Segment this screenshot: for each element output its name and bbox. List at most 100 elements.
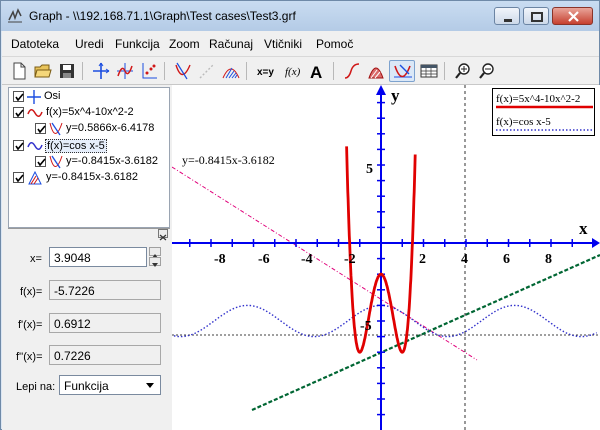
insert-label-button[interactable]: A <box>307 60 329 82</box>
point-series-button[interactable] <box>341 60 363 82</box>
toolbar: x=y f(x) A <box>2 57 599 85</box>
shade-area-icon <box>368 67 384 79</box>
tree-item-tangent-2[interactable]: y=-0.8415x-3.6182 <box>35 154 169 169</box>
toolbar-separator <box>82 62 83 80</box>
tree-item-label: Osi <box>44 90 61 102</box>
axes-cross-icon <box>93 62 110 79</box>
save-button[interactable] <box>56 60 78 82</box>
x-spin-down[interactable] <box>149 257 161 267</box>
insert-points-button[interactable] <box>138 60 160 82</box>
x-tick-label: -2 <box>344 252 356 267</box>
evaluate-xy-button[interactable]: x=y <box>254 60 280 82</box>
zoom-in-button[interactable] <box>452 60 474 82</box>
xy-icon: x=y <box>257 67 274 78</box>
element-tree[interactable]: Osi f(x)=5x^4-10x^2-2 y=0.5866x-6.4178 f… <box>8 87 170 228</box>
insert-points-icon <box>142 63 157 79</box>
tree-item-function-quartic[interactable]: f(x)=5x^4-10x^2-2 <box>13 105 163 120</box>
open-folder-icon <box>34 64 52 78</box>
graph-canvas[interactable]: -8 -6 -4 -2 2 4 6 8 5 -5 x y y=-0.8415x-… <box>172 85 600 430</box>
relation-icon <box>27 170 43 188</box>
chevron-down-icon <box>146 383 154 388</box>
chevron-down-icon <box>152 263 158 267</box>
y-axis-label: y <box>391 86 400 105</box>
save-disk-icon <box>60 64 74 78</box>
toolbar-separator <box>333 62 334 80</box>
checkmark-icon <box>37 125 46 134</box>
insert-tangent-button[interactable] <box>172 60 194 82</box>
first-derivative-label: f'(x)= <box>18 319 43 331</box>
shade-area-button[interactable] <box>365 60 387 82</box>
series-curve-icon <box>344 63 360 79</box>
maximize-icon <box>531 12 543 22</box>
maximize-button[interactable] <box>523 7 549 25</box>
first-derivative-value: 0.6912 <box>49 313 161 333</box>
minimize-button[interactable] <box>494 7 520 25</box>
x-input[interactable]: 3.9048 <box>49 247 147 267</box>
menu-zoom[interactable]: Zoom <box>169 37 200 51</box>
trace-icon <box>394 64 412 78</box>
insert-line-button[interactable] <box>196 60 218 82</box>
tree-item-label: y=-0.8415x-3.6182 <box>66 155 159 167</box>
legend: f(x)=5x^4-10x^2-2 f(x)=cos x-5 <box>492 88 595 136</box>
text-label-icon: A <box>310 63 322 80</box>
x-spin-up[interactable] <box>149 247 161 258</box>
menu-pomoc[interactable]: Pomoč <box>316 37 353 51</box>
x-label: x= <box>30 253 42 265</box>
evaluate-close-button[interactable] <box>158 229 168 241</box>
toolbar-separator <box>444 62 445 80</box>
tree-checkbox[interactable] <box>35 123 46 134</box>
zoom-out-icon <box>479 63 494 79</box>
tree-item-label: y=-0.8415x-3.6182 <box>46 171 139 183</box>
axes-button[interactable] <box>90 60 112 82</box>
panel-splitter[interactable] <box>8 228 170 236</box>
custom-function-button[interactable]: f(x) <box>283 60 305 82</box>
close-icon <box>159 234 167 241</box>
tree-checkbox[interactable] <box>13 91 24 102</box>
zoom-in-icon <box>455 63 470 79</box>
insert-shading-button[interactable] <box>220 60 242 82</box>
insert-function-button[interactable] <box>114 60 136 82</box>
tree-checkbox[interactable] <box>13 140 24 151</box>
zoom-out-button[interactable] <box>476 60 498 82</box>
legend-entry: f(x)=cos x-5 <box>496 116 551 128</box>
svg-text:A: A <box>310 63 322 80</box>
tree-checkbox[interactable] <box>35 156 46 167</box>
tree-checkbox[interactable] <box>13 172 24 183</box>
table-icon <box>420 64 438 78</box>
fx-value: -5.7226 <box>49 280 161 300</box>
table-button[interactable] <box>418 60 440 82</box>
menu-datoteka[interactable]: Datoteka <box>11 37 59 51</box>
tree-item-function-cosine[interactable]: f(x)=cos x-5 <box>13 138 163 153</box>
tree-item-axes[interactable]: Osi <box>13 89 163 104</box>
tree-item-label: f(x)=5x^4-10x^2-2 <box>46 106 134 118</box>
menu-funkcija[interactable]: Funkcija <box>115 37 160 51</box>
x-tick-label: -8 <box>214 252 226 267</box>
new-file-button[interactable] <box>8 60 30 82</box>
menu-racunaj[interactable]: Računaj <box>209 37 253 51</box>
toolbar-separator <box>246 62 247 80</box>
tree-checkbox[interactable] <box>13 107 24 118</box>
title-bar: Graph - \\192.168.71.1\Graph\Test cases\… <box>1 1 599 31</box>
legend-entry: f(x)=5x^4-10x^2-2 <box>496 93 580 105</box>
close-button[interactable] <box>552 7 593 25</box>
fx-label: f(x)= <box>20 286 43 298</box>
x-tick-label: -6 <box>258 252 270 267</box>
x-tick-label: -4 <box>301 252 313 267</box>
minimize-icon <box>504 19 512 22</box>
x-tick-label: 8 <box>545 252 552 267</box>
trace-evaluate-button[interactable] <box>389 60 415 82</box>
x-tick-label: 2 <box>419 252 426 267</box>
x-axis-label: x <box>579 219 588 238</box>
legend-svg: f(x)=5x^4-10x^2-2 f(x)=cos x-5 <box>496 93 593 131</box>
open-file-button[interactable] <box>32 60 54 82</box>
snap-label: Lepi na: <box>16 381 56 393</box>
menu-uredi[interactable]: Uredi <box>75 37 104 51</box>
menu-vticniki[interactable]: Vtičniki <box>264 37 302 51</box>
snap-select[interactable]: Funkcija <box>59 375 161 395</box>
tree-item-tangent-1[interactable]: y=0.5866x-6.4178 <box>35 121 169 136</box>
tangent-line-green <box>251 253 600 412</box>
dashed-line-icon <box>199 63 215 79</box>
tree-item-relation[interactable]: y=-0.8415x-3.6182 <box>13 170 163 185</box>
toolbar-separator <box>164 62 165 80</box>
svg-text:x=y: x=y <box>257 67 274 78</box>
